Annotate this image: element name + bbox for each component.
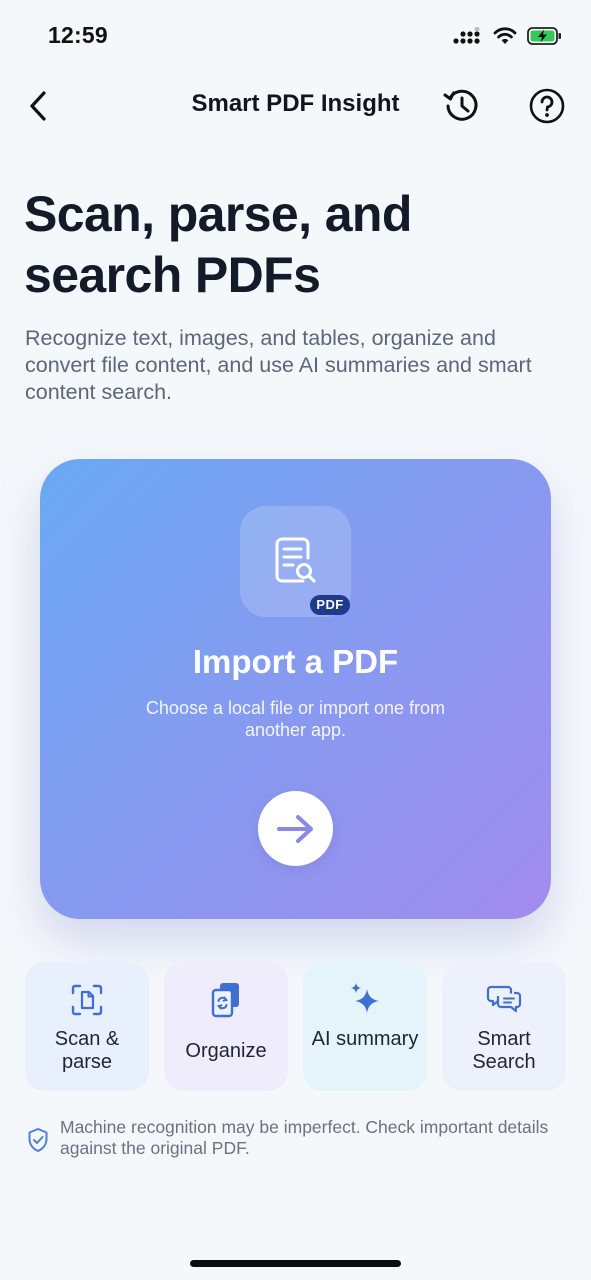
disclaimer: Machine recognition may be imperfect. Ch… (27, 1117, 567, 1165)
page-title: Smart PDF Insight (191, 90, 400, 117)
shield-check-icon (28, 1128, 48, 1152)
import-subtitle: Choose a local file or import one from a… (145, 698, 446, 740)
hero-title: Scan, parse, and search PDFs (24, 186, 412, 303)
feature-label: Scan & parse (54, 1028, 120, 1073)
feature-organize[interactable]: Organize (164, 962, 288, 1091)
sparkles-icon (351, 983, 379, 1013)
disclaimer-text: Machine recognition may be imperfect. Ch… (60, 1117, 549, 1158)
chat-bubbles-icon (486, 985, 522, 1013)
feature-grid: Scan & parse Organize AI summary Smart S… (25, 962, 566, 1091)
home-indicator[interactable] (190, 1260, 401, 1267)
help-button[interactable] (526, 85, 568, 127)
feature-scan-parse[interactable]: Scan & parse (25, 962, 149, 1091)
import-pdf-card[interactable]: PDF Import a PDF Choose a local file or … (40, 459, 551, 919)
history-button[interactable] (440, 84, 484, 128)
status-time: 12:59 (48, 22, 108, 48)
scan-document-icon (71, 984, 103, 1016)
battery-charging-icon (527, 27, 561, 45)
help-circle-icon (529, 88, 565, 124)
import-arrow-button[interactable] (258, 791, 333, 866)
wifi-icon (493, 27, 517, 44)
pdf-badge: PDF (310, 595, 350, 615)
feature-label: AI summary (311, 1028, 419, 1050)
history-icon (443, 89, 478, 121)
feature-label: Organize (185, 1040, 267, 1062)
import-title: Import a PDF (192, 643, 399, 680)
status-bar: 12:59 (0, 0, 591, 74)
cellular-signal-icon (453, 27, 480, 44)
organize-files-icon (211, 983, 239, 1018)
feature-ai-summary[interactable]: AI summary (303, 962, 427, 1091)
arrow-right-icon (276, 814, 313, 843)
nav-bar: Smart PDF Insight (0, 78, 591, 134)
status-icons (453, 26, 563, 46)
hero-description: Recognize text, images, and tables, orga… (25, 326, 532, 404)
document-search-icon (275, 537, 316, 583)
feature-smart-search[interactable]: Smart Search (442, 962, 566, 1091)
feature-label: Smart Search (472, 1028, 536, 1073)
